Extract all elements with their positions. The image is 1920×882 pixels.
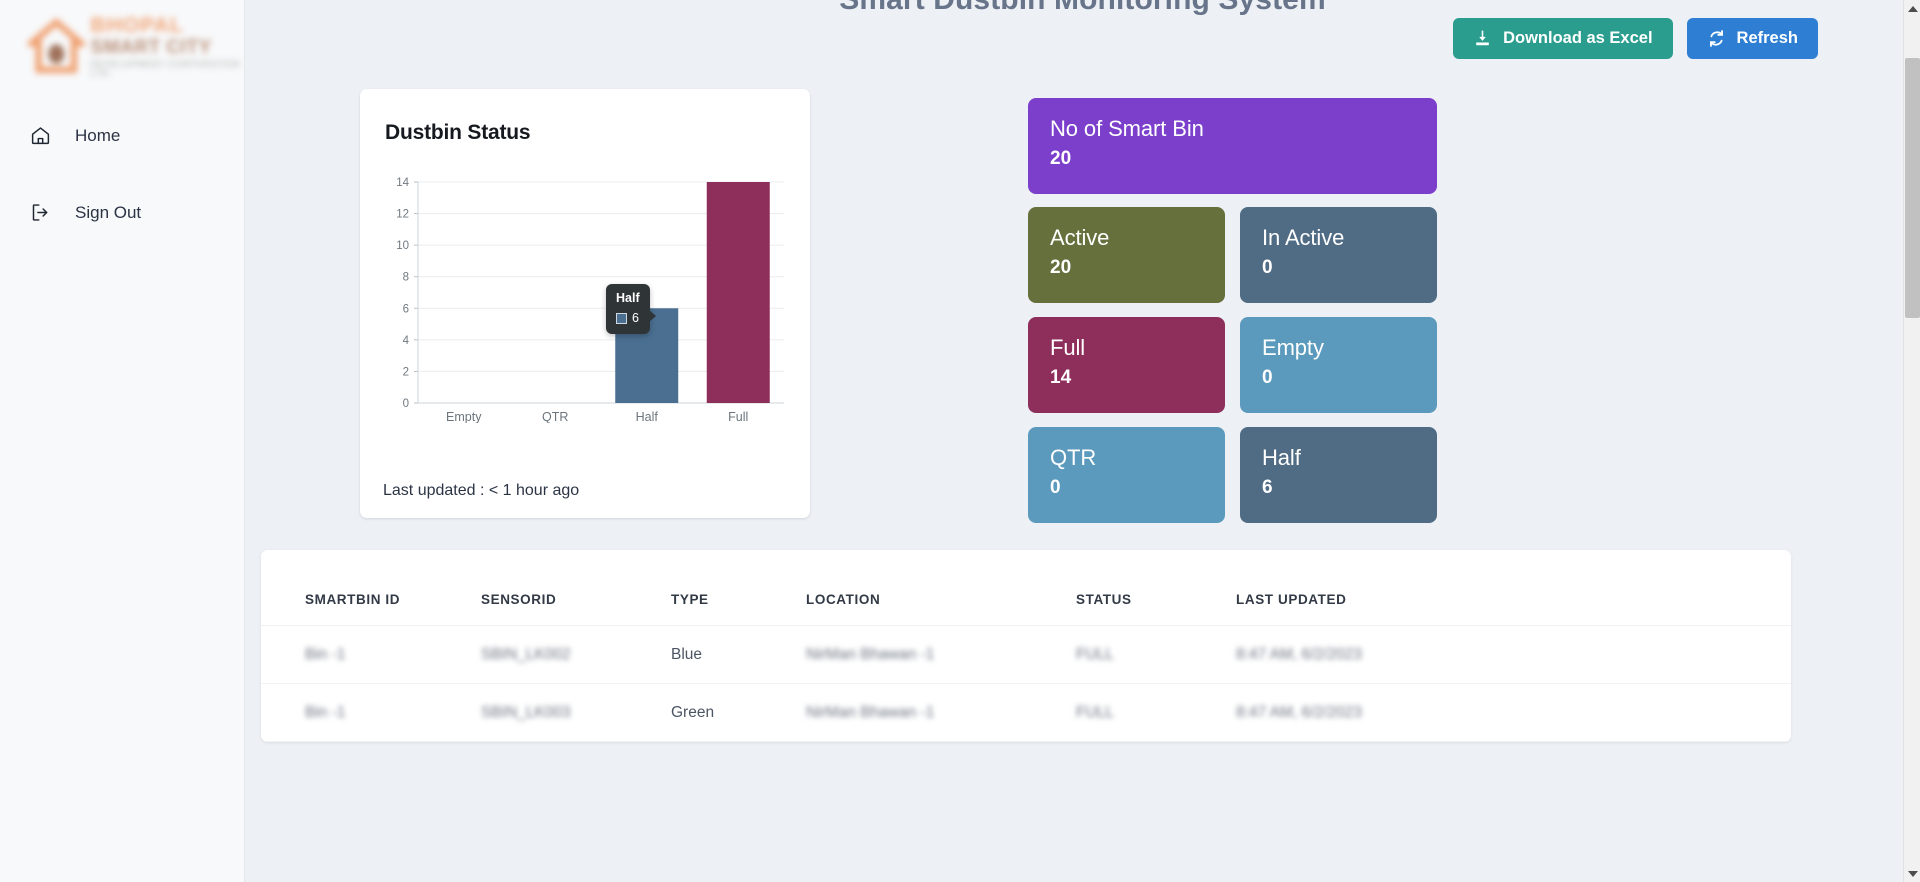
logo-line-1: BHOPAL [90, 13, 184, 37]
table-cell-last-updated: 8:47 AM, 6/2/2023 [1236, 683, 1791, 742]
table-cell-sensorid: SBIN_LK003 [481, 683, 671, 742]
sidebar-item-label-home: Home [75, 125, 121, 145]
table-cell-last-updated: 8:47 AM, 6/2/2023 [1236, 625, 1791, 684]
refresh-icon [1709, 30, 1723, 47]
sign-out-icon [32, 204, 48, 221]
stat-value-total: 20 [1050, 147, 1072, 169]
table-cell-smartbin-id: Bin -1 [261, 683, 481, 742]
stat-label: Half [1262, 445, 1301, 470]
table-column-header: TYPE [671, 550, 806, 626]
bar-chart-svg: 0 2 4 6 8 10 12 14 Empty QTR Half Full [396, 177, 784, 423]
stat-value: 0 [1050, 476, 1061, 498]
chart-title: Dustbin Status [385, 121, 531, 144]
scrollbar-thumb[interactable] [1905, 58, 1920, 318]
download-as-excel-button[interactable]: Download as Excel [1453, 18, 1673, 59]
svg-text:8: 8 [403, 272, 409, 284]
table-column-header: LAST UPDATED [1236, 550, 1791, 626]
scrollbar-up-arrow[interactable] [1904, 0, 1920, 17]
refresh-button[interactable]: Refresh [1686, 18, 1818, 59]
stat-label: Full [1050, 335, 1086, 360]
main-content: Smart Dustbin Monitoring System Download… [245, 0, 1920, 882]
svg-text:12: 12 [396, 209, 409, 221]
svg-text:Full: Full [728, 410, 748, 423]
page-scrollbar[interactable] [1903, 0, 1920, 882]
sidebar-item-label-sign-out: Sign Out [75, 202, 142, 222]
stat-value: 20 [1050, 256, 1072, 278]
svg-text:Empty: Empty [446, 410, 482, 423]
svg-text:QTR: QTR [542, 410, 568, 423]
sidebar-item-home[interactable]: Home [0, 112, 244, 159]
svg-text:2: 2 [403, 366, 409, 378]
chart-last-updated: Last updated : < 1 hour ago [383, 482, 580, 499]
table-cell-sensorid: SBIN_LK002 [481, 625, 671, 684]
table-head: SMARTBIN ID SENSORID TYPE LOCATION STATUS LAS… [261, 550, 1791, 626]
scrollbar-down-arrow[interactable] [1904, 865, 1920, 882]
refresh-label: Refresh [1736, 29, 1798, 48]
svg-text:10: 10 [396, 240, 409, 252]
table-column-header: SMARTBIN ID [261, 550, 481, 626]
table-cell-location: NirMan Bhawan -1 [806, 683, 1076, 742]
dustbin-status-chart-card: Dustbin Status 0 2 4 6 8 10 12 14 Empty QTR Half F… [360, 89, 810, 518]
stat-value: 0 [1262, 366, 1273, 388]
table-cell-location: NirMan Bhawan -1 [806, 625, 1076, 684]
svg-text:6: 6 [403, 303, 409, 315]
stat-value: 14 [1050, 366, 1072, 388]
stat-value: 6 [1262, 476, 1273, 498]
city-house-logo-icon [28, 18, 85, 73]
stat-label: Empty [1262, 335, 1324, 360]
table-row[interactable]: Bin -1 SBIN_LK003 Green NirMan Bhawan -1 FUL… [261, 683, 1791, 742]
stat-label: In Active [1262, 225, 1345, 250]
table-cell-smartbin-id: Bin -1 [261, 625, 481, 684]
app-root: BHOPAL SMART CITY DEVELOPMENT CORPORATIO… [0, 0, 1920, 882]
download-icon [1476, 30, 1489, 46]
bar-half[interactable] [615, 308, 679, 403]
table-column-header: LOCATION [806, 550, 1076, 626]
page-title: Smart Dustbin Monitoring System [245, 0, 1920, 17]
smartbin-table-card: SMARTBIN ID SENSORID TYPE LOCATION STATUS LAS… [261, 550, 1791, 742]
logo-line-3: DEVELOPMENT CORPORATION LTD. [90, 58, 240, 78]
sidebar: BHOPAL SMART CITY DEVELOPMENT CORPORATIO… [0, 0, 245, 882]
stat-label: QTR [1050, 445, 1097, 470]
svg-text:Half: Half [636, 410, 659, 423]
stat-value: 0 [1262, 256, 1273, 278]
svg-text:14: 14 [396, 177, 409, 189]
stat-cards: No of Smart Bin 20 Active 20 In Active 0 Ful… [1028, 98, 1437, 523]
smartbin-table: SMARTBIN ID SENSORID TYPE LOCATION STATUS LAS… [261, 550, 1791, 742]
table-header-row: SMARTBIN ID SENSORID TYPE LOCATION STATUS LAS… [261, 550, 1791, 626]
svg-text:0: 0 [403, 398, 409, 410]
logo-line-2: SMART CITY [90, 36, 212, 58]
home-icon [31, 127, 50, 145]
stat-card-active[interactable]: Active 20 [1028, 207, 1225, 303]
bar-full[interactable] [706, 182, 770, 403]
table-cell-status: FULL [1076, 625, 1236, 684]
stat-label: Active [1050, 225, 1110, 250]
brand-logo[interactable]: BHOPAL SMART CITY DEVELOPMENT CORPORATIO… [0, 0, 244, 82]
stat-card-grid: Active 20 In Active 0 Full 14 Empty 0 QTR 0 Half 6 [1028, 207, 1437, 523]
table-cell-type: Blue [671, 625, 806, 684]
table-column-header: STATUS [1076, 550, 1236, 626]
stat-card-in-active[interactable]: In Active 0 [1240, 207, 1437, 303]
stat-card-qtr[interactable]: QTR 0 [1028, 427, 1225, 523]
table-column-header: SENSORID [481, 550, 671, 626]
download-as-excel-label: Download as Excel [1503, 29, 1653, 48]
table-row[interactable]: Bin -1 SBIN_LK002 Blue NirMan Bhawan -1 FULL… [261, 625, 1791, 684]
chart-y-tick-labels: 0 2 4 6 8 10 12 14 [396, 177, 409, 410]
sidebar-item-sign-out[interactable]: Sign Out [0, 189, 244, 236]
sidebar-nav: Home Sign Out [0, 112, 244, 236]
table-body: Bin -1 SBIN_LK002 Blue NirMan Bhawan -1 FULL… [261, 625, 1791, 742]
stat-card-half[interactable]: Half 6 [1240, 427, 1437, 523]
stat-label-total: No of Smart Bin [1050, 116, 1204, 141]
chart-bars[interactable] [615, 182, 770, 403]
bar-chart[interactable]: 0 2 4 6 8 10 12 14 Empty QTR Half Full Half 6 [384, 173, 794, 423]
table-cell-type: Green [671, 683, 806, 742]
stat-card-empty[interactable]: Empty 0 [1240, 317, 1437, 413]
header-actions: Download as Excel Refresh [1453, 18, 1818, 59]
stat-card-total-smart-bins[interactable]: No of Smart Bin 20 [1028, 98, 1437, 194]
chart-x-tick-labels: Empty QTR Half Full [446, 410, 748, 423]
stat-card-full[interactable]: Full 14 [1028, 317, 1225, 413]
table-cell-status: FULL [1076, 683, 1236, 742]
svg-text:4: 4 [403, 335, 410, 347]
